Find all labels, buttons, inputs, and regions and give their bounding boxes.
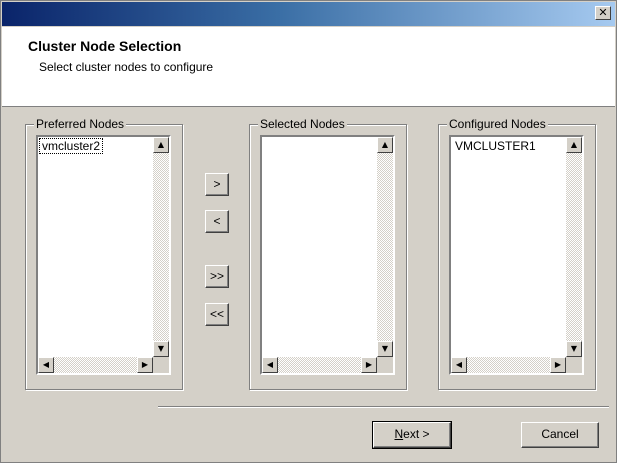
close-icon[interactable]: ✕ — [595, 6, 611, 20]
list-item[interactable]: VMCLUSTER1 — [453, 139, 538, 153]
page-subtitle: Select cluster nodes to configure — [39, 60, 214, 74]
scroll-up-icon[interactable]: ▲ — [153, 137, 169, 153]
horizontal-scrollbar[interactable] — [262, 357, 377, 373]
list-item[interactable]: vmcluster2 — [38, 138, 104, 154]
remove-node-button[interactable]: < — [205, 210, 229, 233]
scrollbar-corner — [566, 357, 582, 373]
remove-all-nodes-button[interactable]: << — [205, 303, 229, 326]
next-mnemonic: N — [394, 427, 404, 441]
vertical-scrollbar[interactable] — [566, 137, 582, 357]
next-button[interactable]: Next > — [372, 421, 452, 449]
add-node-button[interactable]: > — [205, 173, 229, 196]
scroll-down-icon[interactable]: ▼ — [377, 341, 393, 357]
vertical-scrollbar[interactable] — [153, 137, 169, 357]
configured-nodes-list[interactable]: VMCLUSTER1 ▲ ▼ ◀ ▶ — [449, 135, 584, 375]
scroll-left-icon[interactable]: ◀ — [38, 357, 54, 373]
scroll-left-icon[interactable]: ◀ — [262, 357, 278, 373]
add-all-nodes-button[interactable]: >> — [205, 265, 229, 288]
scroll-down-icon[interactable]: ▼ — [566, 341, 582, 357]
horizontal-scrollbar[interactable] — [451, 357, 566, 373]
vertical-scrollbar[interactable] — [377, 137, 393, 357]
next-label: ext > — [403, 427, 430, 441]
selected-nodes-list[interactable]: ▲ ▼ ◀ ▶ — [260, 135, 395, 375]
scrollbar-corner — [377, 357, 393, 373]
title-bar[interactable]: ✕ — [2, 2, 615, 26]
cancel-button[interactable]: Cancel — [521, 422, 599, 448]
preferred-nodes-group: Preferred Nodes vmcluster2 ▲ ▼ ◀ ▶ — [25, 117, 183, 390]
selected-nodes-items — [262, 137, 377, 357]
scroll-up-icon[interactable]: ▲ — [377, 137, 393, 153]
wizard-header: Cluster Node Selection Select cluster no… — [2, 27, 615, 107]
horizontal-scrollbar[interactable] — [38, 357, 153, 373]
selected-nodes-group: Selected Nodes ▲ ▼ ◀ ▶ — [249, 117, 407, 390]
footer-separator — [158, 406, 609, 408]
scroll-left-icon[interactable]: ◀ — [451, 357, 467, 373]
preferred-nodes-items: vmcluster2 — [38, 137, 153, 357]
wizard-dialog: ✕ Cluster Node Selection Select cluster … — [0, 0, 617, 463]
scroll-up-icon[interactable]: ▲ — [566, 137, 582, 153]
scroll-right-icon[interactable]: ▶ — [137, 357, 153, 373]
scrollbar-corner — [153, 357, 169, 373]
scroll-right-icon[interactable]: ▶ — [550, 357, 566, 373]
scroll-down-icon[interactable]: ▼ — [153, 341, 169, 357]
scroll-right-icon[interactable]: ▶ — [361, 357, 377, 373]
preferred-nodes-list[interactable]: vmcluster2 ▲ ▼ ◀ ▶ — [36, 135, 171, 375]
selected-nodes-label: Selected Nodes — [258, 117, 347, 131]
configured-nodes-items: VMCLUSTER1 — [451, 137, 566, 357]
configured-nodes-label: Configured Nodes — [447, 117, 548, 131]
page-title: Cluster Node Selection — [28, 38, 182, 54]
configured-nodes-group: Configured Nodes VMCLUSTER1 ▲ ▼ ◀ ▶ — [438, 117, 596, 390]
preferred-nodes-label: Preferred Nodes — [34, 117, 127, 131]
